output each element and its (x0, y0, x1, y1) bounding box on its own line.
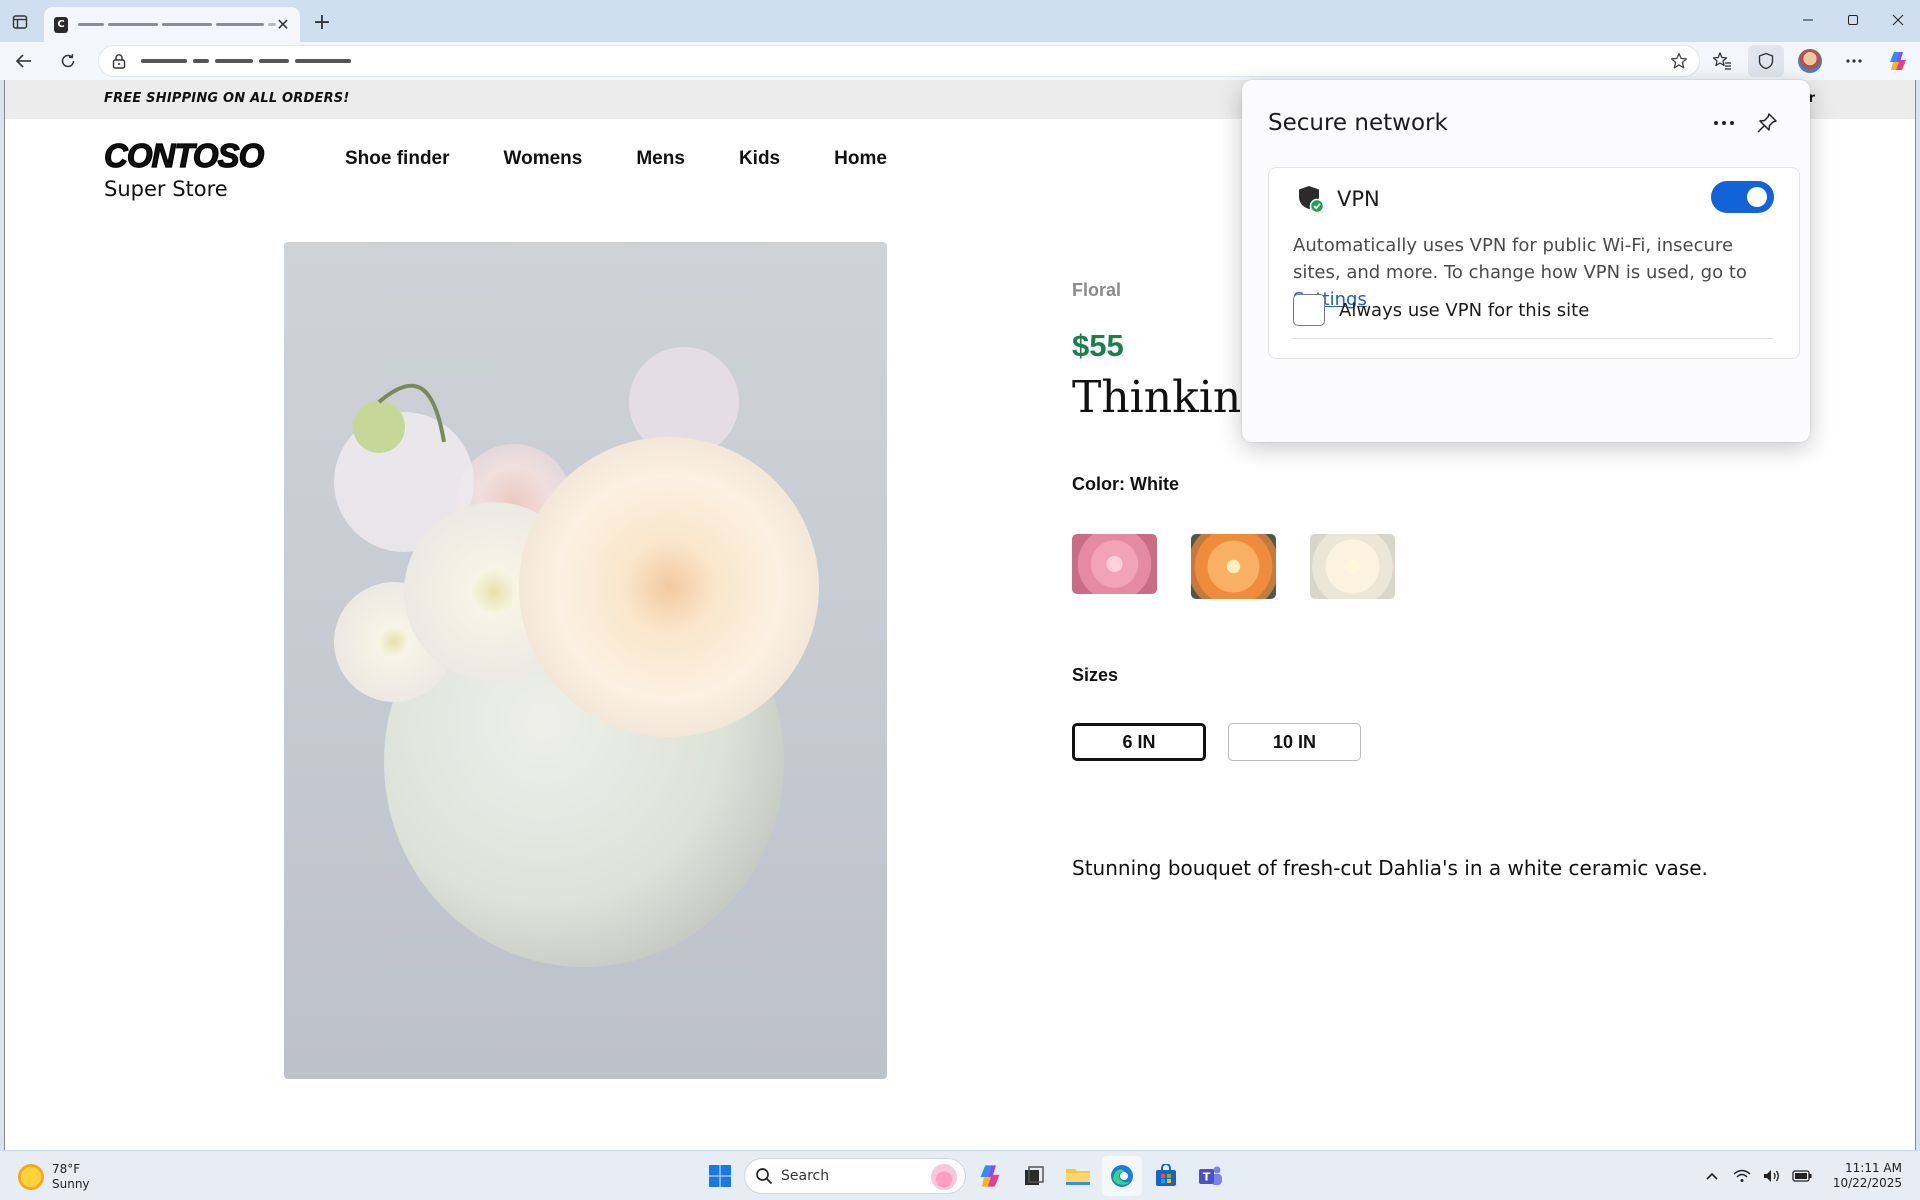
teams-icon[interactable]: T (1190, 1156, 1230, 1196)
clock[interactable]: 11:11 AM 10/22/2025 (1833, 1161, 1902, 1191)
browser-toolbar (0, 42, 1920, 80)
logo-wordmark: CONTOSO (103, 137, 264, 174)
browser-tab-bar: C ✕ + (0, 0, 1920, 42)
tab-title-redacted (78, 20, 276, 30)
taskbar-center: Search T (700, 1156, 1230, 1196)
new-tab-button[interactable]: + (310, 10, 334, 35)
taskbar-search-input[interactable]: Search (744, 1158, 966, 1194)
search-placeholder: Search (781, 1168, 830, 1184)
lotus-icon (931, 1164, 957, 1190)
task-view-icon[interactable] (1014, 1156, 1054, 1196)
search-icon (756, 1168, 773, 1185)
clock-date: 10/22/2025 (1832, 1176, 1902, 1190)
weather-desc: Sunny (52, 1177, 90, 1191)
sizes-label: Sizes (1072, 665, 1119, 685)
favorites-icon[interactable] (1700, 45, 1744, 77)
volume-icon[interactable] (1759, 1163, 1785, 1189)
vpn-shield-check-icon (1297, 184, 1325, 214)
edge-browser-icon[interactable] (1102, 1156, 1142, 1196)
secure-network-flyout: Secure network VPN Automatically uses VP… (1242, 80, 1810, 442)
window-controls (1785, 0, 1920, 40)
url-redacted (141, 59, 351, 63)
vpn-description-text: Automatically uses VPN for public Wi-Fi,… (1293, 235, 1747, 283)
nav-home[interactable]: Home (834, 148, 887, 170)
vpn-label: VPN (1337, 187, 1380, 211)
contoso-favicon-icon: C (54, 16, 68, 33)
product-price: $55 (1072, 328, 1124, 363)
chevron-up-icon[interactable] (1699, 1163, 1725, 1189)
shield-icon[interactable] (1748, 45, 1784, 77)
always-use-vpn-checkbox[interactable] (1293, 294, 1325, 326)
logo-subtitle: Super Store (104, 177, 228, 201)
lock-icon[interactable] (111, 53, 127, 69)
maximize-button[interactable] (1830, 0, 1875, 40)
color-label: Color: White (1072, 474, 1179, 494)
always-use-vpn-label[interactable]: Always use VPN for this site (1339, 300, 1589, 321)
address-bar[interactable] (98, 45, 1700, 77)
sun-icon (18, 1164, 44, 1190)
close-window-button[interactable] (1875, 0, 1920, 40)
store-logo[interactable]: CONTOSO Super Store (103, 137, 264, 202)
product-description: Stunning bouquet of fresh-cut Dahlia's i… (1072, 856, 1708, 880)
vpn-toggle[interactable] (1711, 181, 1774, 213)
browser-tab-active[interactable]: C ✕ (44, 7, 300, 42)
size-10in-button[interactable]: 10 IN (1228, 723, 1361, 761)
weather-temp: 78°F (52, 1162, 81, 1176)
system-tray: 11:11 AM 10/22/2025 (1699, 1156, 1902, 1196)
microsoft-store-icon[interactable] (1146, 1156, 1186, 1196)
wifi-icon[interactable] (1729, 1163, 1755, 1189)
swatch-pink[interactable] (1072, 534, 1157, 594)
always-use-vpn-row: Always use VPN for this site (1293, 294, 1589, 326)
weather-text: 78°F Sunny (52, 1162, 90, 1192)
toggle-knob (1747, 187, 1767, 207)
tab-actions-icon[interactable] (8, 10, 32, 34)
windows-start-icon[interactable] (700, 1156, 740, 1196)
clock-time: 11:11 AM (1845, 1161, 1902, 1175)
windows-taskbar: 78°F Sunny Search T 11:11 AM 10/22/2025 (0, 1150, 1920, 1200)
product-image (284, 242, 887, 1079)
profile-avatar[interactable] (1788, 45, 1832, 77)
nav-womens[interactable]: Womens (504, 148, 583, 170)
nav-shoe-finder[interactable]: Shoe finder (345, 148, 450, 170)
close-tab-icon[interactable]: ✕ (276, 15, 290, 34)
svg-text:T: T (1203, 1171, 1211, 1184)
nav-mens[interactable]: Mens (636, 148, 685, 170)
weather-widget[interactable]: 78°F Sunny (18, 1162, 90, 1192)
swatch-white[interactable] (1310, 534, 1395, 599)
product-title: Thinking (1072, 372, 1270, 423)
main-navigation: Shoe finder Womens Mens Kids Home (345, 148, 941, 170)
pin-icon[interactable] (1752, 108, 1782, 138)
toolbar-right-group (1700, 42, 1920, 80)
size-options: 6 IN 10 IN (1072, 723, 1383, 761)
copilot-icon[interactable] (1876, 45, 1920, 77)
vpn-card: VPN Automatically uses VPN for public Wi… (1268, 167, 1800, 359)
star-icon[interactable] (1669, 51, 1689, 71)
back-arrow-icon[interactable] (12, 49, 36, 73)
nav-kids[interactable]: Kids (739, 148, 780, 170)
minimize-button[interactable] (1785, 0, 1830, 40)
file-explorer-icon[interactable] (1058, 1156, 1098, 1196)
battery-icon[interactable] (1789, 1163, 1815, 1189)
avatar (1798, 49, 1822, 73)
size-6in-button[interactable]: 6 IN (1072, 723, 1206, 761)
ellipsis-icon[interactable] (1832, 45, 1876, 77)
refresh-icon[interactable] (56, 49, 80, 73)
divider (1293, 338, 1773, 339)
flyout-title: Secure network (1268, 110, 1448, 136)
promo-text: FREE SHIPPING ON ALL ORDERS! (104, 91, 350, 106)
product-category: Floral (1072, 280, 1122, 300)
color-swatches (1072, 534, 1429, 599)
more-options-icon[interactable] (1708, 108, 1740, 138)
copilot-app-icon[interactable] (970, 1156, 1010, 1196)
swatch-orange[interactable] (1191, 534, 1276, 599)
